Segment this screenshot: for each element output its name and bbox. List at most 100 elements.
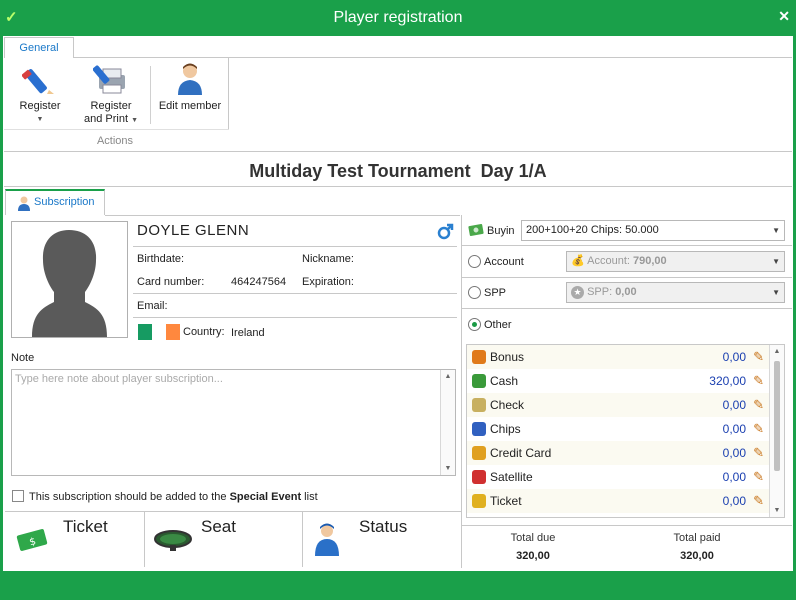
dropdown-arrow-icon: ▼ [36,116,44,123]
user-icon [18,196,30,211]
special-event-checkbox[interactable] [12,490,24,502]
buyin-select[interactable]: 200+100+20 Chips: 50.000 ▼ [521,220,785,241]
register-print-label-2: and Print ▼ [83,113,139,125]
seat-tile-label: Seat [201,517,236,536]
edit-pencil-icon[interactable]: ✎ [753,445,764,461]
edit-pencil-icon[interactable]: ✎ [753,373,764,389]
divider [462,245,792,246]
scroll-down-icon[interactable]: ▼ [770,507,784,514]
buyin-label: Buyin [487,225,515,237]
payment-name: Cash [490,374,519,388]
chevron-down-icon: ▼ [772,288,780,297]
payment-value[interactable]: 320,00 [709,374,746,388]
dropdown-arrow-icon: ▼ [131,117,139,124]
payment-row[interactable]: Credit Card 0,00 ✎ [467,441,770,465]
account-radio[interactable] [468,255,481,268]
note-label: Note [11,352,35,364]
register-and-print-button[interactable]: Register and Print ▼ [80,60,142,126]
divider [462,277,792,278]
spp-combo-value: 0,00 [615,286,637,298]
ribbon-tab-general[interactable]: General [4,37,74,58]
spp-combo-prefix: SPP: [587,286,616,298]
payment-value[interactable]: 0,00 [723,470,746,484]
edit-member-button[interactable]: Edit member [156,60,224,126]
spp-label: SPP [484,287,507,299]
payment-value[interactable]: 0,00 [723,350,746,364]
person-icon [315,523,339,556]
payment-row[interactable]: Cash 320,00 ✎ [467,369,770,393]
scroll-up-icon[interactable]: ▲ [441,373,455,380]
check-icon [472,398,486,412]
edit-pencil-icon[interactable]: ✎ [753,421,764,437]
note-scrollbar[interactable]: ▲ ▼ [440,370,455,475]
buyin-value: 200+100+20 Chips: 50.000 [526,224,659,236]
cash-icon [472,374,486,388]
payment-value[interactable]: 0,00 [723,422,746,436]
ticket-tile[interactable]: $ Ticket [6,512,144,567]
close-icon[interactable]: ✕ [778,8,790,25]
total-paid-value: 320,00 [680,550,714,562]
payment-name: Credit Card [490,446,552,460]
divider [462,525,792,526]
payment-list-scrollbar[interactable]: ▲ ▼ [769,345,784,517]
divider [133,317,457,318]
printer-pencil-icon [93,65,125,94]
payment-value[interactable]: 0,00 [723,494,746,508]
payment-row[interactable]: Chips 0,00 ✎ [467,417,770,441]
register-button[interactable]: Register ▼ [12,60,68,126]
card-number-label: Card number: [137,276,205,288]
chevron-down-icon: ▼ [772,226,780,235]
note-textarea[interactable]: Type here note about player subscription… [11,369,456,476]
country-label: Country: [183,326,225,338]
payment-name: Ticket [490,494,522,508]
seat-tile[interactable]: Seat [145,512,302,567]
payment-name: Chips [490,422,521,436]
silhouette-icon [32,230,107,337]
scroll-down-icon[interactable]: ▼ [441,465,455,472]
payment-value[interactable]: 0,00 [723,398,746,412]
total-due-value: 320,00 [516,550,550,562]
edit-pencil-icon[interactable]: ✎ [753,493,764,509]
divider [462,308,792,309]
edit-pencil-icon[interactable]: ✎ [753,349,764,365]
edit-pencil-icon[interactable]: ✎ [753,397,764,413]
payment-row[interactable]: Ticket 0,00 ✎ [467,489,770,513]
scroll-up-icon[interactable]: ▲ [770,348,784,355]
note-placeholder: Type here note about player subscription… [15,373,223,385]
register-print-label-1: Register [90,100,132,112]
male-icon [437,223,454,240]
chips-icon [472,422,486,436]
payment-row[interactable]: Satellite 0,00 ✎ [467,465,770,489]
payment-row[interactable]: Bonus 0,00 ✎ [467,345,770,369]
payment-value[interactable]: 0,00 [723,446,746,460]
status-tile[interactable]: Status [303,512,461,567]
title-bar: ✓ Player registration ✕ [0,0,796,36]
chevron-down-icon: ▼ [772,257,780,266]
status-bar [0,571,796,600]
payment-row[interactable]: Check 0,00 ✎ [467,393,770,417]
gift-icon [472,350,486,364]
scroll-thumb[interactable] [774,361,780,471]
spp-radio[interactable] [468,286,481,299]
tab-subscription[interactable]: Subscription [5,189,105,215]
divider [133,293,457,294]
satellite-icon [472,470,486,484]
tab-underline [105,215,460,216]
ribbon-group-divider [228,57,229,130]
country-value: Ireland [231,327,265,339]
window-border-left [0,36,3,571]
account-label: Account [484,256,524,268]
credit-card-icon [472,446,486,460]
other-label: Other [484,319,512,331]
panel-divider [461,215,462,568]
player-photo[interactable] [11,221,128,338]
account-select[interactable]: 💰 Account: 790,00 ▼ [566,251,785,272]
ticket-icon: $ [16,529,48,551]
spp-select[interactable]: ★ SPP: 0,00 ▼ [566,282,785,303]
total-paid-label: Total paid [673,532,721,544]
payment-list: Bonus 0,00 ✎ Cash 320,00 ✎ Check 0,00 ✎ Chips 0,00… [466,344,785,518]
edit-pencil-icon[interactable]: ✎ [753,469,764,485]
other-radio[interactable] [468,318,481,331]
payment-name: Check [490,398,525,412]
member-icon [178,63,202,95]
